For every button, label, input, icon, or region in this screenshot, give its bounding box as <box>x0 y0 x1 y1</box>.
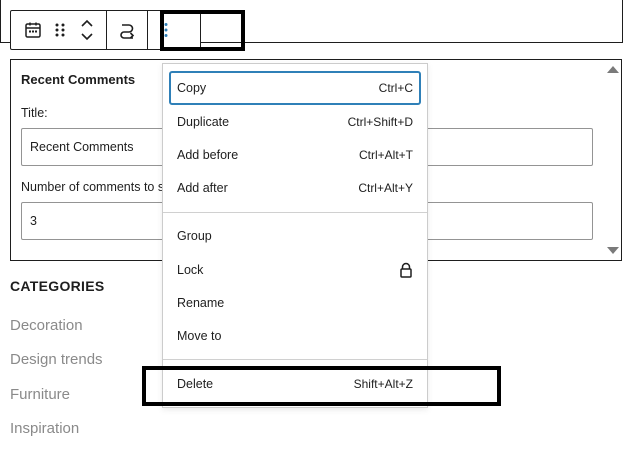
menu-item-duplicate[interactable]: Duplicate Ctrl+Shift+D <box>169 105 421 139</box>
title-field-label: Title: <box>21 106 48 120</box>
menu-item-add-after[interactable]: Add after Ctrl+Alt+Y <box>169 171 421 205</box>
menu-item-label: Duplicate <box>177 115 230 129</box>
categories-heading: CATEGORIES <box>10 278 105 294</box>
menu-item-label: Add before <box>177 148 239 162</box>
toolbar-group-options <box>148 11 182 49</box>
menu-item-lock[interactable]: Lock <box>169 253 421 287</box>
move-up-down-icon[interactable] <box>73 11 100 49</box>
lock-icon <box>399 262 413 278</box>
scroll-down-arrow[interactable] <box>607 247 619 254</box>
calendar-icon[interactable] <box>19 11 46 49</box>
category-link[interactable]: Furniture <box>10 386 70 403</box>
count-field-label: Number of comments to sh <box>21 180 172 194</box>
drag-handle-icon[interactable] <box>46 11 73 49</box>
scroll-up-arrow[interactable] <box>607 66 619 73</box>
menu-item-rename[interactable]: Rename <box>169 286 421 320</box>
menu-item-add-before[interactable]: Add before Ctrl+Alt+T <box>169 138 421 172</box>
menu-item-shortcut: Ctrl+C <box>378 81 413 95</box>
count-input-value: 3 <box>30 214 37 228</box>
options-icon[interactable] <box>152 11 180 49</box>
menu-item-group[interactable]: Group <box>169 219 421 253</box>
menu-separator <box>163 359 427 360</box>
menu-separator <box>163 212 427 213</box>
category-link[interactable]: Decoration <box>10 317 83 334</box>
menu-item-label: Copy <box>177 81 207 95</box>
menu-item-shortcut: Ctrl+Alt+Y <box>358 181 413 195</box>
category-link[interactable]: Inspiration <box>10 420 79 437</box>
menu-item-shortcut: Shift+Alt+Z <box>353 377 413 391</box>
block-options-menu: Copy Ctrl+C Duplicate Ctrl+Shift+D Add b… <box>162 63 428 408</box>
menu-item-shortcut: Ctrl+Shift+D <box>347 115 413 129</box>
transform-icon[interactable] <box>113 11 141 49</box>
menu-item-label: Delete <box>177 377 214 391</box>
toolbar-group-block <box>11 11 107 49</box>
menu-item-label: Lock <box>177 263 204 277</box>
widget-title: Recent Comments <box>21 72 136 87</box>
menu-item-label: Move to <box>177 329 222 343</box>
menu-item-label: Add after <box>177 181 228 195</box>
menu-item-delete[interactable]: Delete Shift+Alt+Z <box>169 367 421 401</box>
menu-item-label: Rename <box>177 296 225 310</box>
toolbar-group-transform <box>107 11 148 49</box>
title-input-value: Recent Comments <box>30 140 134 154</box>
menu-item-label: Group <box>177 229 212 243</box>
menu-item-move-to[interactable]: Move to <box>169 319 421 353</box>
menu-item-shortcut: Ctrl+Alt+T <box>358 148 413 162</box>
menu-item-copy[interactable]: Copy Ctrl+C <box>169 71 421 105</box>
category-link[interactable]: Design trends <box>10 351 103 368</box>
block-toolbar <box>10 10 201 50</box>
